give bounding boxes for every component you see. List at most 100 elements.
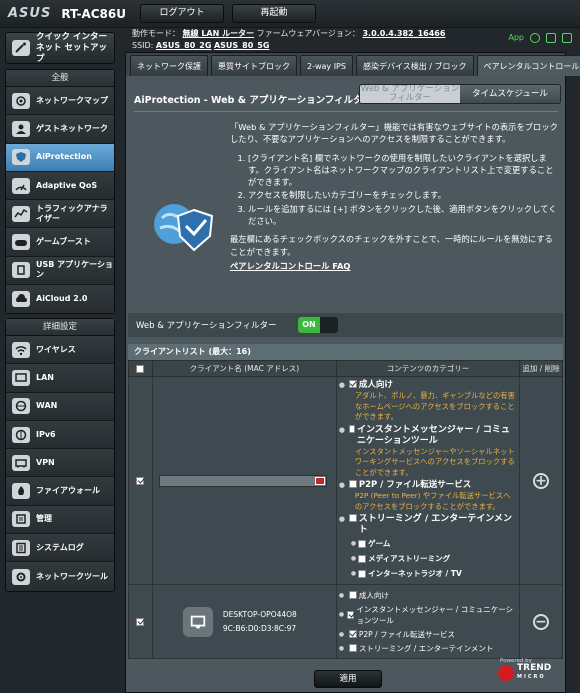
add-rule-button[interactable]: +: [533, 472, 550, 489]
quick-setup-button[interactable]: クイック インターネット セットアップ: [5, 32, 115, 64]
nav-label: Adaptive QoS: [36, 180, 98, 190]
ssid-label: SSID:: [132, 41, 154, 50]
tab-two-way-ips[interactable]: 2-way IPS: [300, 55, 353, 76]
sub-checkbox-media[interactable]: [358, 554, 367, 563]
nav-ipv6[interactable]: IPv6: [6, 420, 114, 450]
logout-button[interactable]: ログアウト: [140, 4, 224, 23]
nav-aiprotection[interactable]: AiProtection: [6, 143, 114, 172]
select-all-checkbox[interactable]: [136, 365, 145, 373]
category-checkbox-im[interactable]: [348, 424, 355, 433]
nav-traffic-analyzer[interactable]: トラフィックアナライザー: [6, 200, 114, 229]
steps-list: [クライアント名] 欄でネットワークの使用を制限したいクライアントを選択します。…: [248, 152, 558, 228]
content-area: AiProtection - Web & アプリケーションフィルター Web &…: [126, 76, 565, 692]
client-column-header: クライアント名 (MAC アドレス): [151, 360, 337, 377]
filter-label: Web & アプリケーションフィルター: [136, 321, 277, 331]
fw-label: ファームウェアバージョン：: [256, 29, 360, 38]
category-column-header: コンテンツのカテゴリー: [335, 360, 521, 377]
tab-parental-control[interactable]: ペアレンタルコントロール: [476, 55, 580, 76]
expand-icon[interactable]: ●: [339, 380, 347, 390]
device-name: DESKTOP-OPO44O8: [222, 609, 297, 619]
expand-icon[interactable]: ●: [339, 480, 347, 490]
mode-link[interactable]: 無線 LAN ルーター: [183, 29, 255, 38]
nav-aicloud[interactable]: AiCloud 2.0: [6, 285, 114, 314]
device-category-checkbox[interactable]: [348, 630, 357, 638]
delete-rule-button[interactable]: −: [533, 613, 550, 630]
expand-icon[interactable]: ●: [339, 425, 347, 435]
app-link[interactable]: App: [508, 32, 524, 44]
client-list-caption: クライアントリスト (最大：16): [128, 344, 563, 360]
fw-link[interactable]: 3.0.0.4.382_16466: [362, 29, 445, 38]
usb-status-icon[interactable]: [562, 33, 572, 43]
web-app-filter-tab[interactable]: Web & アプリケーション フィルター: [360, 85, 460, 103]
mode-label: 動作モード：: [132, 29, 180, 38]
sub-checkbox-radio[interactable]: [358, 569, 367, 578]
category-checkbox-p2p[interactable]: [348, 480, 357, 488]
new-rule-enable-checkbox[interactable]: [136, 476, 145, 485]
nav-firewall[interactable]: ファイアウォール: [6, 477, 114, 506]
nav-wan[interactable]: WAN: [6, 392, 114, 421]
nav-label: WAN: [36, 401, 58, 411]
nav-network-tools[interactable]: ネットワークツール: [6, 562, 114, 591]
nav-label: ワイヤレス: [36, 344, 76, 354]
ssid-5g-link[interactable]: ASUS_80_5G: [214, 41, 269, 50]
action-cell: +: [519, 376, 563, 585]
top-bar: ASUS RT-AC86U ログアウト 再起動: [0, 0, 580, 28]
advanced-nav: 詳細設定 ワイヤレス LAN WAN IPv6 VPN ファイアウォール 管理: [5, 318, 115, 592]
category-checkbox-adult[interactable]: [348, 380, 357, 388]
device-category-checkbox[interactable]: [348, 644, 357, 652]
protection-emblem-icon: [154, 204, 214, 252]
qos-icon: [12, 177, 30, 194]
trend-brand: TREND: [517, 663, 552, 673]
trend-sub: MICRO: [517, 674, 546, 680]
tab-malicious-site-block[interactable]: 悪質サイトブロック: [211, 55, 297, 76]
aiprotection-icon: [12, 149, 30, 166]
apply-button[interactable]: 適用: [314, 670, 382, 688]
trend-micro-logo: Powered by TREND MICRO: [498, 658, 560, 690]
tab-infected-device[interactable]: 感染デバイス検出 / ブロック: [355, 55, 474, 76]
action-column-header: 追加 / 削除: [519, 360, 563, 377]
nav-administration[interactable]: 管理: [6, 505, 114, 535]
category-desc: インスタントメッセンジャーやソーシャルネットワーキングサービスへのアクセスをブロ…: [354, 446, 515, 477]
nav-system-log[interactable]: システムログ: [6, 534, 114, 563]
nav-label: ファイアウォール: [36, 486, 100, 496]
nav-label: VPN: [36, 457, 55, 467]
nav-guest-network[interactable]: ゲストネットワーク: [6, 115, 114, 144]
brand-logo: ASUS: [8, 6, 52, 21]
guest-network-icon: [12, 120, 30, 137]
filter-toggle[interactable]: ON: [298, 317, 338, 333]
lan-icon: [12, 369, 30, 386]
nav-network-map[interactable]: ネットワークマップ: [6, 87, 114, 116]
general-nav: 全般 ネットワークマップ ゲストネットワーク AiProtection Adap…: [5, 69, 115, 315]
nav-vpn[interactable]: VPN: [6, 449, 114, 478]
nav-usb-app[interactable]: USB アプリケーション: [6, 256, 114, 286]
nav-label: USB アプリケーション: [36, 260, 113, 280]
sub-category-name: メディアストリーミング: [368, 554, 451, 563]
globe-status-icon[interactable]: [530, 33, 540, 43]
cloud-icon: [12, 291, 30, 308]
faq-link[interactable]: ペアレンタルコントロール FAQ: [230, 260, 558, 272]
status-info: 動作モード： 無線 LAN ルーター ファームウェアバージョン： 3.0.0.4…: [130, 28, 580, 52]
nav-label: ネットワークマップ: [36, 95, 108, 105]
client-select[interactable]: [158, 474, 327, 487]
client-select-cell: [151, 376, 337, 585]
network-status-icon[interactable]: [546, 33, 556, 43]
tab-network-protection[interactable]: ネットワーク保護: [130, 55, 208, 76]
divider: [134, 111, 558, 112]
category-checkbox-streaming[interactable]: [348, 514, 357, 522]
nav-wireless[interactable]: ワイヤレス: [6, 336, 114, 365]
reboot-button[interactable]: 再起動: [232, 4, 316, 23]
nav-lan[interactable]: LAN: [6, 364, 114, 393]
collapse-icon[interactable]: ●: [339, 514, 347, 524]
time-schedule-tab[interactable]: タイムスケジュール: [460, 85, 560, 103]
sub-checkbox-game[interactable]: [358, 539, 367, 548]
nav-adaptive-qos[interactable]: Adaptive QoS: [6, 171, 114, 201]
nav-label: AiProtection: [36, 152, 92, 162]
sub-category-name: ゲーム: [368, 539, 391, 548]
nav-game-boost[interactable]: ゲームブースト: [6, 228, 114, 257]
wan-icon: [12, 398, 30, 415]
logo: ASUS RT-AC86U: [8, 6, 126, 21]
device-category-checkbox[interactable]: [347, 610, 355, 619]
device-category-checkbox[interactable]: [348, 591, 357, 599]
ssid-2g-link[interactable]: ASUS_80_2G: [156, 41, 211, 50]
rule-enable-checkbox[interactable]: [136, 617, 145, 626]
